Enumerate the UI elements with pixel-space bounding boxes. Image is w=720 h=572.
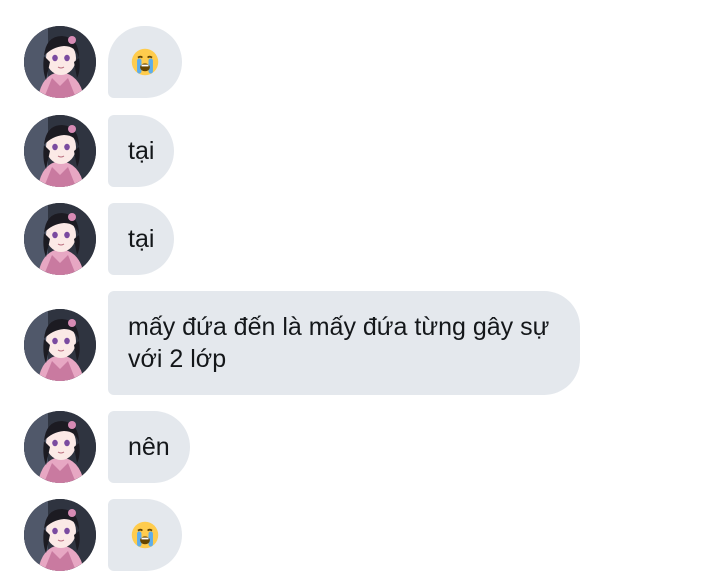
message-bubble[interactable] — [108, 26, 182, 98]
message-row: tại — [24, 115, 175, 187]
avatar[interactable] — [24, 203, 96, 275]
avatar[interactable] — [24, 309, 96, 381]
message-thread: tại tại mấy đứa đến là mấy đứa từng gây … — [0, 0, 720, 572]
avatar-image — [24, 411, 96, 483]
message-text: tại — [128, 137, 155, 165]
message-bubble[interactable]: tại — [108, 203, 175, 275]
avatar-image — [24, 115, 96, 187]
message-bubble[interactable]: tại — [108, 115, 175, 187]
message-row: tại — [24, 203, 175, 275]
loudly-crying-face-icon — [131, 521, 159, 549]
avatar[interactable] — [24, 499, 96, 571]
avatar[interactable] — [24, 26, 96, 98]
avatar[interactable] — [24, 411, 96, 483]
message-bubble[interactable] — [108, 499, 182, 571]
avatar-image — [24, 203, 96, 275]
message-bubble[interactable]: nên — [108, 411, 190, 483]
avatar-image — [24, 26, 96, 98]
message-row — [24, 499, 182, 571]
message-text: mấy đứa đến là mấy đứa từng gây sự với 2… — [128, 313, 550, 373]
message-text: nên — [128, 433, 170, 461]
message-text: tại — [128, 225, 155, 253]
message-row — [24, 26, 182, 98]
avatar-image — [24, 499, 96, 571]
message-row: nên — [24, 411, 190, 483]
message-row: mấy đứa đến là mấy đứa từng gây sự với 2… — [24, 291, 580, 395]
avatar[interactable] — [24, 115, 96, 187]
loudly-crying-face-icon — [131, 48, 159, 76]
message-bubble[interactable]: mấy đứa đến là mấy đứa từng gây sự với 2… — [108, 291, 580, 395]
avatar-image — [24, 309, 96, 381]
